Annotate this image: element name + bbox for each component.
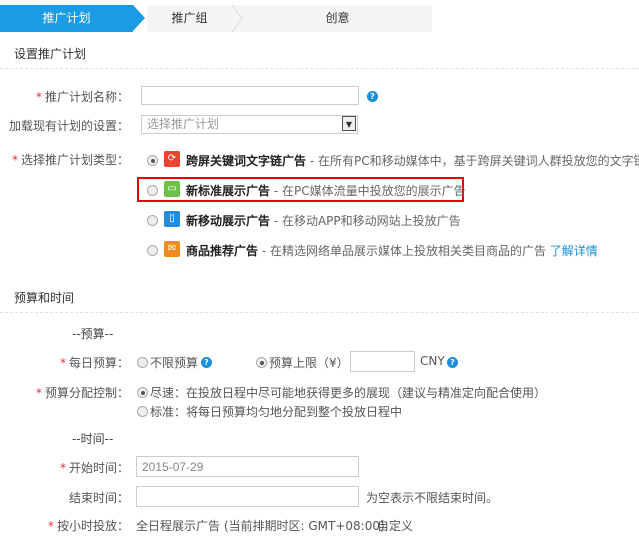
budget-limit-radio[interactable] [256, 357, 267, 368]
budget-heading: --预算-- [72, 327, 114, 341]
cross-screen-icon: ⟳ [164, 151, 180, 167]
tab-adgroup[interactable]: 推广组 [147, 5, 232, 32]
allocation-label: * 预算分配控制： [35, 386, 129, 400]
alloc-standard-label: 标准：将每日预算均匀地分配到整个投放日程中 [150, 405, 403, 419]
currency-label: CNY [420, 354, 445, 368]
divider [0, 312, 639, 313]
hourly-label: * 按小时投放： [47, 519, 129, 533]
daily-budget-label: * 每日预算： [59, 356, 129, 370]
end-time-label: 结束时间： [68, 491, 129, 505]
end-time-hint: 为空表示不限结束时间。 [366, 491, 499, 505]
end-time-input[interactable] [136, 486, 359, 507]
tab-separator [231, 4, 243, 33]
unlimited-budget-label: 不限预算 [150, 356, 199, 370]
type-option-mobile[interactable]: 新移动展示广告 - 在移动APP和移动网站上投放广告 [186, 212, 461, 229]
help-icon[interactable]: ? [201, 357, 212, 368]
start-time-label: * 开始时间： [59, 461, 129, 475]
type-radio-product[interactable] [147, 245, 158, 256]
type-radio-mobile[interactable] [147, 215, 158, 226]
help-icon[interactable]: ? [367, 91, 378, 102]
section-title-plan: 设置推广计划 [14, 47, 87, 61]
tab-arrow [133, 5, 145, 31]
help-icon[interactable]: ? [447, 357, 458, 368]
budget-limit-input[interactable] [350, 351, 415, 372]
type-option-cross-screen[interactable]: 跨屏关键词文字链广告 - 在所有PC和移动媒体中，基于跨屏关键词人群投放您的文字… [186, 152, 639, 169]
load-plan-select[interactable]: 选择推广计划 [141, 115, 358, 134]
tab-campaign[interactable]: 推广计划 [0, 5, 133, 32]
mobile-icon: ▯ [164, 211, 180, 227]
plan-name-input[interactable] [141, 86, 359, 105]
time-heading: --时间-- [72, 432, 114, 446]
alloc-fast-label: 尽速：在投放日程中尽可能地获得更多的展现（建议与精准定向配合使用） [150, 386, 547, 400]
type-label: * 选择推广计划类型： [11, 153, 129, 167]
customize-link[interactable]: 自定义 [377, 517, 413, 534]
hourly-value: 全日程展示广告 (当前排期时区: GMT+08:00) [136, 519, 385, 533]
section-title-budget: 预算和时间 [14, 291, 75, 305]
chevron-down-icon[interactable]: ▼ [342, 116, 356, 131]
alloc-standard-radio[interactable] [137, 406, 148, 417]
type-radio-display[interactable] [147, 185, 158, 196]
budget-limit-label: 预算上限（¥） [269, 356, 349, 370]
unlimited-budget-radio[interactable] [137, 357, 148, 368]
tab-creative[interactable]: 创意 [243, 5, 432, 32]
type-option-display[interactable]: 新标准展示广告 - 在PC媒体流量中投放您的展示广告 [186, 182, 466, 199]
alloc-fast-radio[interactable] [137, 387, 148, 398]
type-option-product[interactable]: 商品推荐广告 - 在精选网络单品展示媒体上投放相关类目商品的广告 了解详情 [186, 242, 598, 259]
start-time-input[interactable] [136, 456, 359, 477]
divider [0, 68, 639, 69]
learn-more-link[interactable]: 了解详情 [550, 244, 598, 258]
monitor-icon: ▭ [164, 181, 180, 197]
load-label: 加载现有计划的设置： [8, 119, 129, 133]
type-radio-cross-screen[interactable] [147, 155, 158, 166]
name-label: * 推广计划名称： [35, 90, 129, 104]
product-icon: ✉ [164, 241, 180, 257]
